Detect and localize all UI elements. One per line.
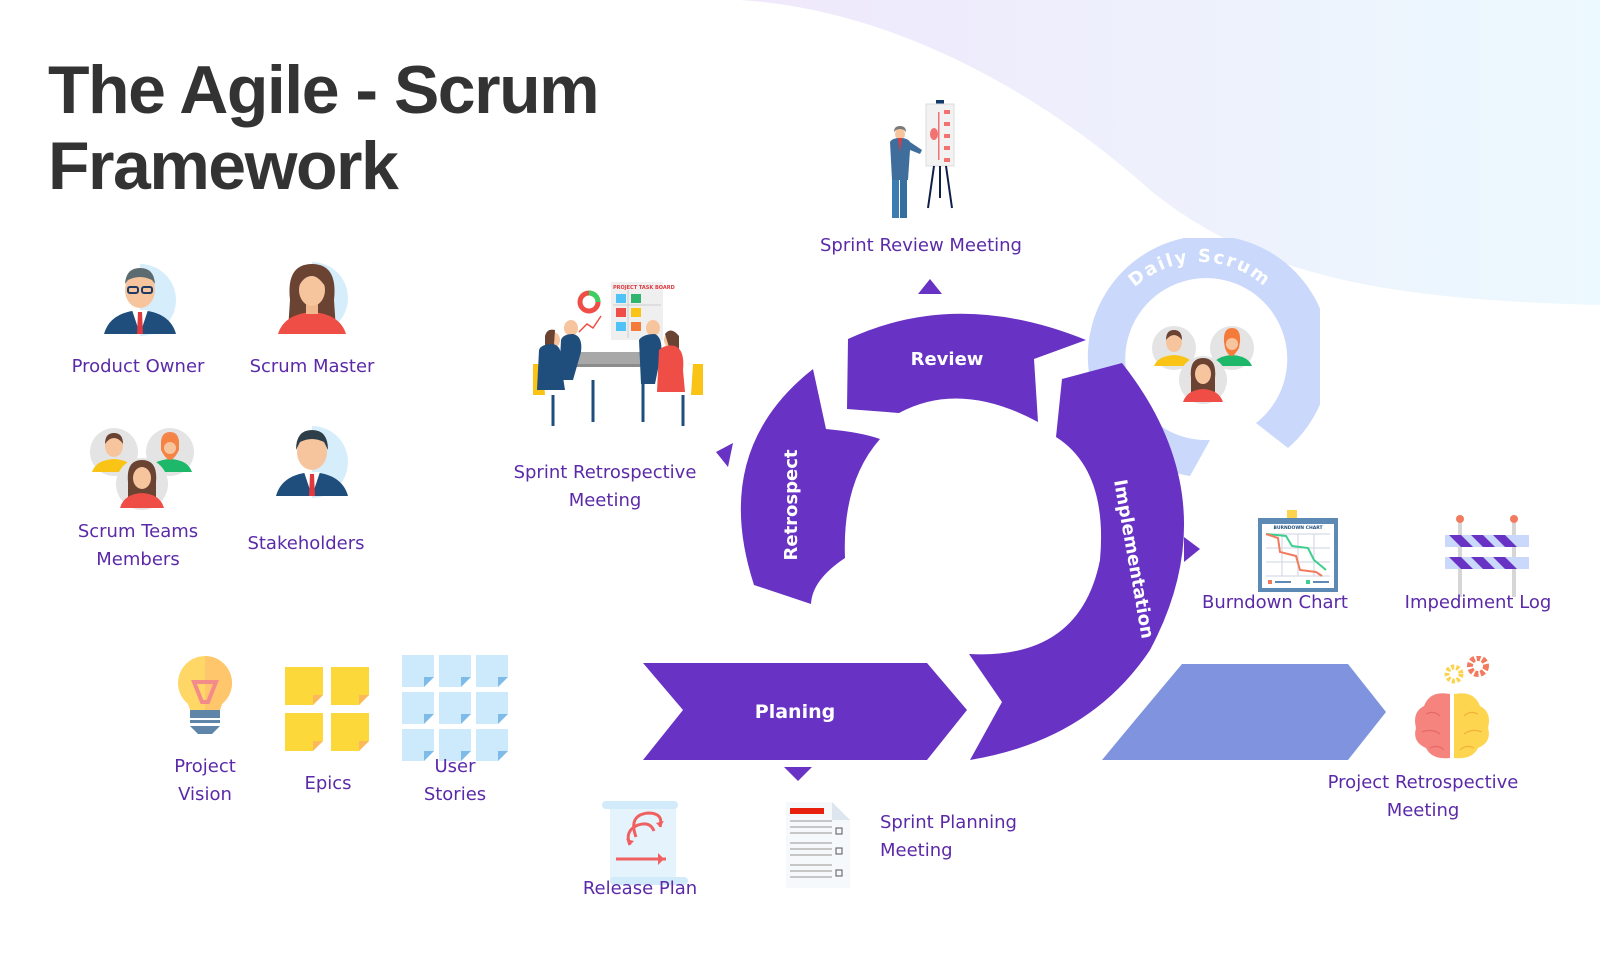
- presenter-icon: [890, 100, 955, 218]
- title-line-2: Framework: [48, 128, 399, 204]
- lightbulb-icon: [177, 656, 233, 734]
- sprint-planning-line2: Meeting: [880, 840, 953, 861]
- role-label-team-members: Scrum Teams Members: [58, 518, 218, 574]
- scrum-master-icon: [278, 262, 348, 334]
- sprint-planning-meeting-label: Sprint Planning Meeting: [880, 809, 1050, 865]
- impediment-barrier-icon: [1445, 515, 1529, 597]
- role-label-scrum-master: Scrum Master: [249, 356, 375, 377]
- sprint-planning-line1: Sprint Planning: [880, 812, 1017, 833]
- team-members-icon: [90, 428, 194, 510]
- review-output-arrow: [918, 279, 942, 294]
- review-label: Review: [911, 349, 984, 370]
- stakeholder-icon: [276, 426, 348, 498]
- artifact-label-project-vision-line2: Vision: [178, 784, 232, 805]
- product-owner-icon: [104, 264, 176, 336]
- role-label-stakeholders: Stakeholders: [247, 533, 365, 554]
- brain-gears-icon: [1415, 656, 1489, 759]
- artifact-label-user-stories: User Stories: [395, 753, 515, 809]
- artifact-label-project-vision-line1: Project: [174, 756, 236, 777]
- burndown-board-title: BURNDOWN CHART: [1273, 525, 1323, 531]
- epics-sticky-notes-icon: [285, 667, 369, 751]
- role-label-team-members-line2: Members: [96, 549, 180, 570]
- page-title: The Agile - Scrum Framework: [48, 52, 600, 204]
- project-retrospective-meeting-label: Project Retrospective Meeting: [1318, 769, 1528, 825]
- burndown-chart-label: Burndown Chart: [1201, 592, 1348, 613]
- planning-label: Planing: [755, 701, 835, 723]
- implementation-output-arrow: [1184, 537, 1200, 562]
- burndown-chart-icon: BURNDOWN CHART: [1258, 510, 1338, 592]
- artifact-label-epics: Epics: [304, 773, 352, 794]
- artifact-label-user-stories-line1: User: [434, 756, 476, 777]
- role-label-team-members-line1: Scrum Teams: [77, 521, 199, 542]
- title-line-1: The Agile - Scrum: [48, 52, 600, 128]
- sprint-review-meeting-label: Sprint Review Meeting: [820, 235, 1022, 256]
- user-stories-sticky-notes-icon: [402, 655, 508, 761]
- sprint-planning-document-icon: [786, 802, 850, 888]
- project-retrospective-line2: Meeting: [1386, 800, 1460, 821]
- release-plan-label: Release Plan: [582, 878, 698, 899]
- planning-output-arrow: [784, 767, 812, 781]
- retrospect-label: Retrospect: [781, 449, 802, 560]
- project-retrospective-line1: Project Retrospective: [1327, 772, 1519, 793]
- retro-output-arrow: [716, 443, 733, 467]
- release-plan-scroll-icon: [602, 801, 688, 885]
- artifact-label-user-stories-line2: Stories: [423, 784, 487, 805]
- release-arrow: [1102, 664, 1386, 760]
- role-label-product-owner: Product Owner: [71, 356, 205, 377]
- artifact-label-project-vision: Project Vision: [145, 753, 265, 809]
- impediment-log-label: Impediment Log: [1404, 592, 1552, 613]
